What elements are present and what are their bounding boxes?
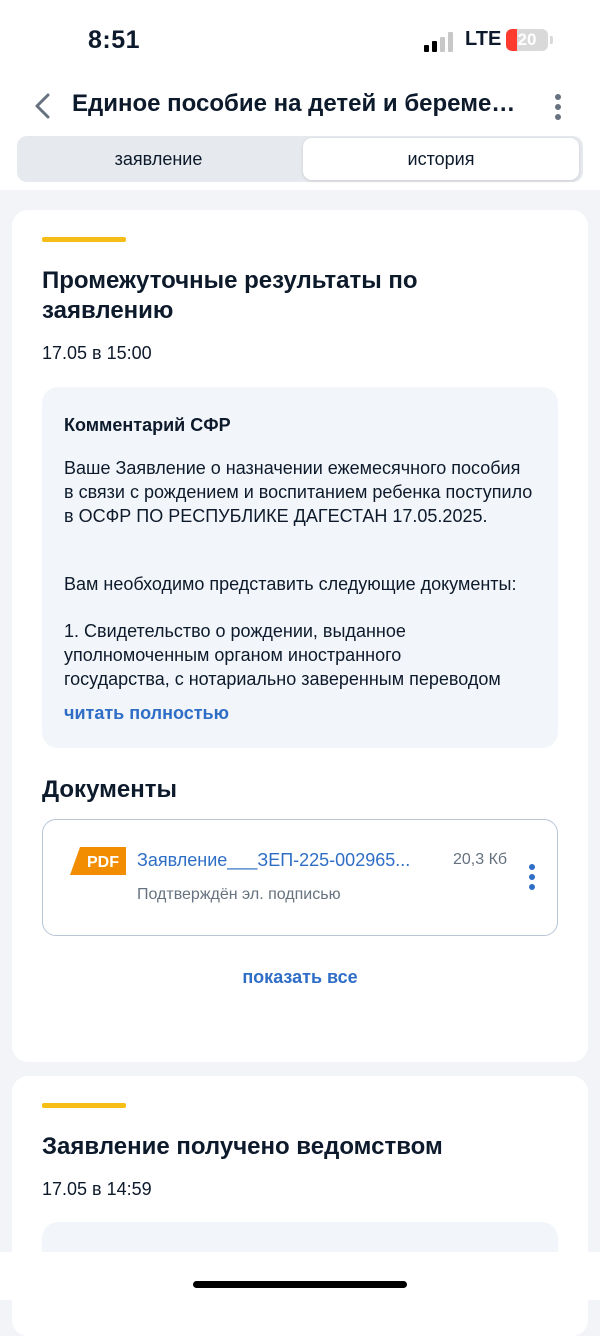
home-indicator[interactable] <box>193 1281 407 1288</box>
battery-level: 20 <box>517 30 537 49</box>
bottom-safe-area <box>0 1252 600 1300</box>
network-type: LTE <box>465 28 502 50</box>
event-date: 17.05 в 15:00 <box>42 343 152 363</box>
back-arrow-icon[interactable] <box>30 90 58 122</box>
comment-paragraph: 1. Свидетельство о рождении, выданное уп… <box>64 621 406 665</box>
sfr-comment-box: Комментарий СФР Ваше Заявление о назначе… <box>42 387 558 748</box>
document-name-link[interactable]: Заявление___ЗЕП-225-002965... <box>137 850 445 871</box>
read-more-link[interactable]: читать полностью <box>64 703 229 724</box>
status-bar: 8:51 LTE 20 <box>0 0 600 80</box>
event-accent-bar <box>42 1103 126 1108</box>
segmented-tabs: заявление история <box>17 136 583 182</box>
event-card: Промежуточные результаты по заявлению 17… <box>12 210 588 1062</box>
document-size: 20,3 Кб <box>453 851 508 868</box>
document-signature-status: Подтверждён эл. подписью <box>137 886 341 903</box>
more-menu-icon[interactable] <box>548 92 568 122</box>
event-title: Заявление получено ведомством <box>42 1133 443 1160</box>
comment-paragraph-truncated: государства, с нотариально заверенным пе… <box>64 669 501 689</box>
documents-heading: Документы <box>42 776 177 803</box>
event-date: 17.05 в 14:59 <box>42 1179 152 1199</box>
comment-paragraph: Вам необходимо представить следующие док… <box>64 574 517 594</box>
document-item[interactable]: PDF Заявление___ЗЕП-225-002965... 20,3 К… <box>42 819 558 936</box>
signal-icon <box>424 32 454 52</box>
event-title: Промежуточные результаты по заявлению <box>42 267 418 324</box>
app-header: Единое пособие на детей и беременных зая… <box>0 80 600 190</box>
event-accent-bar <box>42 237 126 242</box>
battery-icon: 20 <box>506 29 548 51</box>
battery-tip <box>550 36 553 44</box>
tab-history[interactable]: история <box>303 138 579 180</box>
tab-application[interactable]: заявление <box>17 136 300 182</box>
page-title: Единое пособие на детей и беременных <box>72 90 522 117</box>
comment-paragraph: Ваше Заявление о назначении ежемесячного… <box>64 458 533 526</box>
pdf-file-icon: PDF <box>70 847 126 875</box>
document-menu-icon[interactable] <box>527 864 537 892</box>
show-all-button[interactable]: показать все <box>12 967 588 988</box>
status-time: 8:51 <box>88 26 141 54</box>
comment-heading: Комментарий СФР <box>64 415 231 435</box>
pdf-badge-label: PDF <box>87 854 119 871</box>
